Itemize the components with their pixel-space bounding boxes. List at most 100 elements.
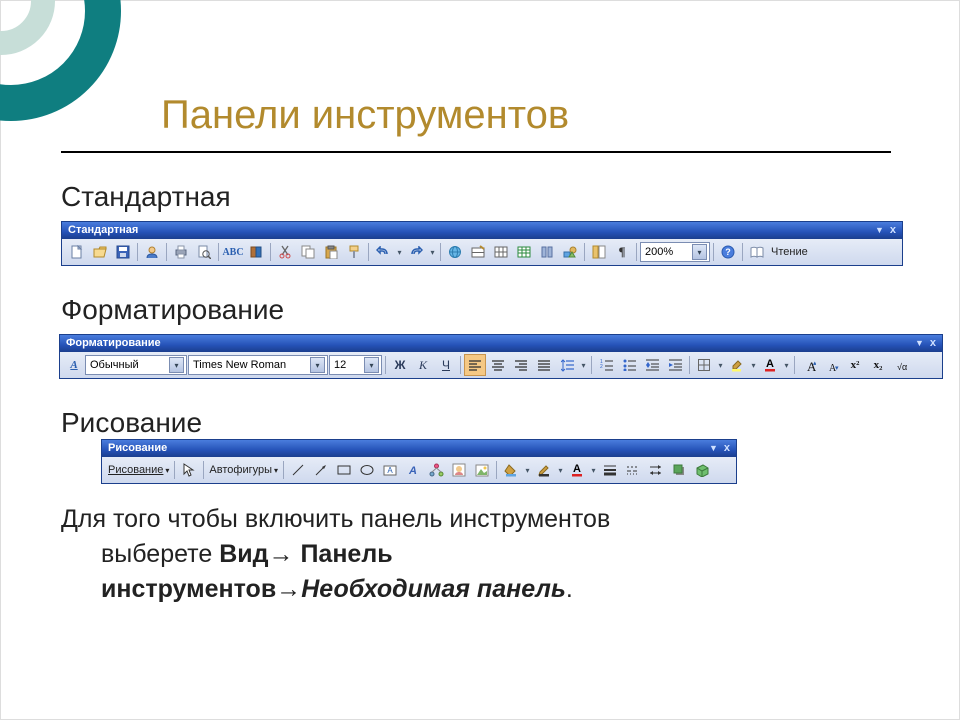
redo-dropdown-icon[interactable]: ▾ xyxy=(428,243,437,261)
italic-button[interactable]: К xyxy=(412,354,434,376)
indent-icon[interactable] xyxy=(664,354,686,376)
align-center-icon[interactable] xyxy=(487,354,509,376)
autoshapes-menu[interactable]: Автофигуры ▾ xyxy=(207,464,280,476)
font-color-dropdown[interactable]: ▾ xyxy=(589,461,598,479)
tables-borders-icon[interactable] xyxy=(467,241,489,263)
open-icon[interactable] xyxy=(89,241,111,263)
fill-dropdown[interactable]: ▾ xyxy=(523,461,532,479)
slide-title: Панели инструментов xyxy=(161,93,569,138)
columns-icon[interactable] xyxy=(536,241,558,263)
insert-picture-icon[interactable] xyxy=(471,459,493,481)
toolbar-format-titlebar[interactable]: Форматирование ▼ x xyxy=(60,335,942,352)
paste-icon[interactable] xyxy=(320,241,342,263)
toolbar-options-icon[interactable]: ▼ xyxy=(709,440,718,457)
arrow-style-icon[interactable] xyxy=(645,459,667,481)
char-scaling-icon[interactable]: √α xyxy=(890,354,912,376)
toolbar-standard-titlebar[interactable]: Стандартная ▼ x xyxy=(62,222,902,239)
cut-icon[interactable] xyxy=(274,241,296,263)
size-value: 12 xyxy=(334,359,346,371)
permissions-icon[interactable] xyxy=(141,241,163,263)
hyperlink-icon[interactable] xyxy=(444,241,466,263)
svg-text:▴: ▴ xyxy=(813,360,816,367)
outdent-icon[interactable] xyxy=(641,354,663,376)
line-icon[interactable] xyxy=(287,459,309,481)
format-painter-icon[interactable] xyxy=(343,241,365,263)
draw-menu[interactable]: Рисование ▾ xyxy=(106,464,171,476)
print-icon[interactable] xyxy=(170,241,192,263)
svg-text:√α: √α xyxy=(897,362,907,372)
read-mode-label[interactable]: Чтение xyxy=(769,246,810,258)
size-combo[interactable]: 12 ▾ xyxy=(329,355,382,375)
line-spacing-dropdown[interactable]: ▾ xyxy=(579,356,588,374)
zoom-value: 200% xyxy=(645,246,673,258)
font-combo[interactable]: Times New Roman ▾ xyxy=(188,355,328,375)
redo-icon[interactable] xyxy=(405,241,427,263)
bold-button[interactable]: Ж xyxy=(389,354,411,376)
close-icon[interactable]: x xyxy=(724,440,730,457)
print-preview-icon[interactable] xyxy=(193,241,215,263)
align-right-icon[interactable] xyxy=(510,354,532,376)
research-icon[interactable] xyxy=(245,241,267,263)
align-left-icon[interactable] xyxy=(464,354,486,376)
help-icon[interactable]: ? xyxy=(717,241,739,263)
borders-dropdown[interactable]: ▾ xyxy=(716,356,725,374)
arrow-icon[interactable] xyxy=(310,459,332,481)
clipart-icon[interactable] xyxy=(448,459,470,481)
subscript-button[interactable]: x₂ xyxy=(867,354,889,376)
title-underline xyxy=(61,151,891,153)
line-color-dropdown[interactable]: ▾ xyxy=(556,461,565,479)
doc-map-icon[interactable] xyxy=(588,241,610,263)
styles-pane-icon[interactable]: A xyxy=(64,354,84,376)
toolbar-options-icon[interactable]: ▼ xyxy=(915,335,924,352)
chevron-down-icon[interactable]: ▾ xyxy=(310,357,325,373)
chevron-down-icon[interactable]: ▾ xyxy=(169,357,184,373)
fill-color-icon[interactable] xyxy=(500,459,522,481)
copy-icon[interactable] xyxy=(297,241,319,263)
oval-icon[interactable] xyxy=(356,459,378,481)
shadow-icon[interactable] xyxy=(668,459,690,481)
diagram-icon[interactable] xyxy=(425,459,447,481)
close-icon[interactable]: x xyxy=(930,335,936,352)
shrink-font-icon[interactable]: A▾ xyxy=(821,354,843,376)
close-icon[interactable]: x xyxy=(890,222,896,239)
toolbar-options-icon[interactable]: ▼ xyxy=(875,222,884,239)
instructions: Для того чтобы включить панель инструмен… xyxy=(61,502,901,607)
rectangle-icon[interactable] xyxy=(333,459,355,481)
select-objects-icon[interactable] xyxy=(178,459,200,481)
grow-font-icon[interactable]: A▴ xyxy=(798,354,820,376)
align-justify-icon[interactable] xyxy=(533,354,555,376)
dash-style-icon[interactable] xyxy=(622,459,644,481)
font-color-draw-icon[interactable]: A xyxy=(566,459,588,481)
insert-worksheet-icon[interactable] xyxy=(513,241,535,263)
highlight-icon[interactable] xyxy=(726,354,748,376)
wordart-icon[interactable]: A xyxy=(402,459,424,481)
undo-icon[interactable] xyxy=(372,241,394,263)
highlight-dropdown[interactable]: ▾ xyxy=(749,356,758,374)
style-combo[interactable]: Обычный ▾ xyxy=(85,355,187,375)
borders-icon[interactable] xyxy=(693,354,715,376)
chevron-down-icon[interactable]: ▾ xyxy=(364,357,379,373)
show-marks-icon[interactable]: ¶ xyxy=(611,241,633,263)
bullet-list-icon[interactable] xyxy=(618,354,640,376)
insert-table-icon[interactable] xyxy=(490,241,512,263)
line-color-icon[interactable] xyxy=(533,459,555,481)
superscript-button[interactable]: x² xyxy=(844,354,866,376)
3d-icon[interactable] xyxy=(691,459,713,481)
font-color-dropdown[interactable]: ▾ xyxy=(782,356,791,374)
save-icon[interactable] xyxy=(112,241,134,263)
toolbar-drawing-titlebar[interactable]: Рисование ▼ x xyxy=(102,440,736,457)
chevron-down-icon[interactable]: ▾ xyxy=(692,244,707,260)
new-doc-icon[interactable] xyxy=(66,241,88,263)
drawing-toolbar-icon[interactable] xyxy=(559,241,581,263)
undo-dropdown-icon[interactable]: ▾ xyxy=(395,243,404,261)
textbox-icon[interactable]: A xyxy=(379,459,401,481)
font-color-icon[interactable]: A xyxy=(759,354,781,376)
line-spacing-icon[interactable] xyxy=(556,354,578,376)
zoom-combo[interactable]: 200% ▾ xyxy=(640,242,710,262)
spellcheck-icon[interactable]: ABC xyxy=(222,241,244,263)
underline-button[interactable]: Ч xyxy=(435,354,457,376)
toolbar-drawing-title: Рисование xyxy=(108,440,167,457)
line-style-icon[interactable] xyxy=(599,459,621,481)
read-mode-icon[interactable] xyxy=(746,241,768,263)
numbered-list-icon[interactable]: 12 xyxy=(595,354,617,376)
